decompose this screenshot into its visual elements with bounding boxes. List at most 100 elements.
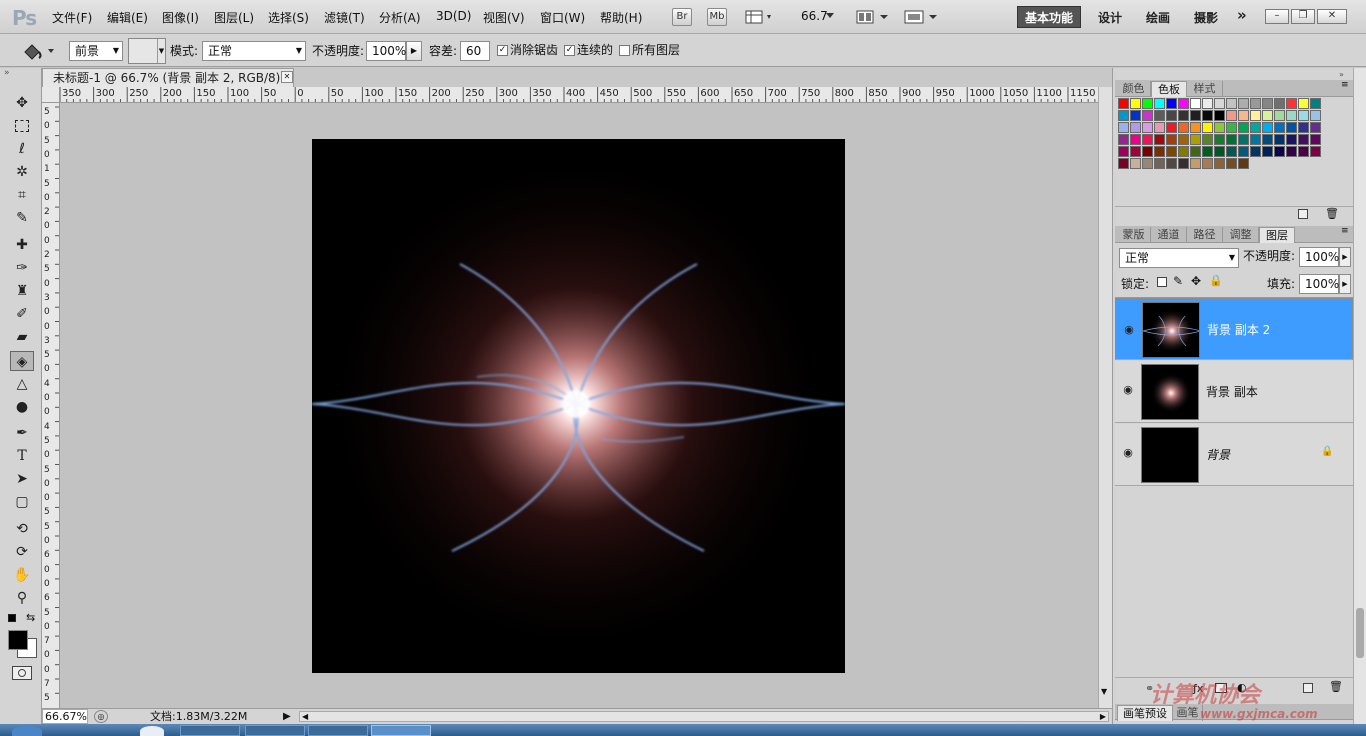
spot-healing-tool-icon[interactable]: ✚ bbox=[10, 235, 34, 255]
mini-bridge-button[interactable]: Mb bbox=[707, 8, 727, 26]
color-swatch[interactable] bbox=[1238, 158, 1249, 169]
collapse-panel-icon[interactable]: » bbox=[4, 68, 10, 78]
color-swatch[interactable] bbox=[1130, 158, 1141, 169]
color-swatch[interactable] bbox=[1178, 110, 1189, 121]
ruler-origin[interactable] bbox=[42, 87, 60, 103]
color-swatch[interactable] bbox=[1118, 134, 1129, 145]
layer-row[interactable]: ◉ 背景 🔒 bbox=[1115, 424, 1353, 486]
color-swatch[interactable] bbox=[1226, 98, 1237, 109]
type-tool-icon[interactable]: T bbox=[10, 446, 34, 466]
quick-mask-button[interactable] bbox=[12, 666, 32, 680]
dodge-tool-icon[interactable]: ● bbox=[10, 397, 34, 417]
taskbar-active-app-button[interactable] bbox=[371, 725, 431, 736]
canvas-vertical-scrollbar[interactable]: ▼ bbox=[1098, 87, 1112, 708]
color-swatch[interactable] bbox=[1142, 146, 1153, 157]
layer-row[interactable]: ◉ 背景 副本 2 bbox=[1115, 298, 1353, 360]
visibility-eye-icon[interactable]: ◉ bbox=[1120, 446, 1136, 460]
color-swatch[interactable] bbox=[1214, 158, 1225, 169]
tab-adjustments[interactable]: 调整 bbox=[1223, 227, 1259, 243]
color-swatch[interactable] bbox=[1238, 122, 1249, 133]
color-swatch[interactable] bbox=[1226, 122, 1237, 133]
color-swatch[interactable] bbox=[1178, 146, 1189, 157]
color-swatch[interactable] bbox=[1190, 98, 1201, 109]
tab-paths[interactable]: 路径 bbox=[1187, 227, 1223, 243]
color-swatch[interactable] bbox=[1274, 134, 1285, 145]
color-swatch[interactable] bbox=[1166, 122, 1177, 133]
color-swatch[interactable] bbox=[1298, 146, 1309, 157]
tolerance-input[interactable]: 60 bbox=[460, 41, 490, 61]
pen-tool-icon[interactable]: ✒ bbox=[10, 423, 34, 443]
menu-help[interactable]: 帮助(H) bbox=[600, 9, 642, 26]
color-swatch[interactable] bbox=[1274, 98, 1285, 109]
color-swatch[interactable] bbox=[1202, 98, 1213, 109]
zoom-field[interactable]: 66.67% bbox=[42, 709, 88, 724]
blur-tool-icon[interactable]: △ bbox=[10, 374, 34, 394]
color-swatch[interactable] bbox=[1202, 110, 1213, 121]
opacity-slider-toggle-icon[interactable]: ▶ bbox=[406, 41, 422, 61]
menu-file[interactable]: 文件(F) bbox=[52, 9, 92, 26]
color-swatch[interactable] bbox=[1250, 122, 1261, 133]
lock-pixels-icon[interactable]: ✎ bbox=[1173, 274, 1183, 288]
arrange-documents-button[interactable] bbox=[856, 9, 890, 25]
color-swatch[interactable] bbox=[1118, 122, 1129, 133]
color-swatch[interactable] bbox=[1166, 146, 1177, 157]
color-swatch[interactable] bbox=[1130, 134, 1141, 145]
tab-swatches[interactable]: 色板 bbox=[1151, 81, 1187, 97]
paint-bucket-tool-icon[interactable]: ◈ bbox=[10, 351, 34, 371]
taskbar-app-button[interactable] bbox=[308, 725, 368, 736]
3d-orbit-tool-icon[interactable]: ⟳ bbox=[10, 542, 34, 562]
zoom-level-dropdown[interactable]: 66.7 bbox=[801, 9, 828, 23]
lock-position-icon[interactable]: ✥ bbox=[1191, 274, 1201, 288]
menu-layer[interactable]: 图层(L) bbox=[214, 9, 254, 26]
layer-name[interactable]: 背景 bbox=[1206, 446, 1230, 463]
color-swatch[interactable] bbox=[1214, 122, 1225, 133]
color-swatch[interactable] bbox=[1298, 98, 1309, 109]
color-swatch[interactable] bbox=[1298, 110, 1309, 121]
brush-tool-icon[interactable]: ✑ bbox=[10, 258, 34, 278]
color-swatch[interactable] bbox=[1154, 134, 1165, 145]
color-swatch[interactable] bbox=[1202, 122, 1213, 133]
swap-colors-icon[interactable]: ⇆ bbox=[26, 611, 35, 624]
menu-image[interactable]: 图像(I) bbox=[162, 9, 199, 26]
crop-tool-icon[interactable]: ⌗ bbox=[10, 185, 34, 205]
3d-rotate-tool-icon[interactable]: ⟲ bbox=[10, 519, 34, 539]
all-layers-checkbox[interactable] bbox=[619, 45, 630, 56]
color-swatch[interactable] bbox=[1190, 134, 1201, 145]
color-swatch[interactable] bbox=[1190, 122, 1201, 133]
color-swatch[interactable] bbox=[1226, 158, 1237, 169]
tab-color[interactable]: 颜色 bbox=[1117, 81, 1151, 97]
color-swatch[interactable] bbox=[1310, 98, 1321, 109]
delete-layer-icon[interactable]: 🗑 bbox=[1329, 680, 1343, 693]
color-swatch[interactable] bbox=[1238, 134, 1249, 145]
color-swatch[interactable] bbox=[1250, 134, 1261, 145]
color-swatch[interactable] bbox=[1226, 110, 1237, 121]
color-swatch[interactable] bbox=[1154, 122, 1165, 133]
more-workspaces-button[interactable]: » bbox=[1237, 6, 1247, 24]
color-swatch[interactable] bbox=[1250, 110, 1261, 121]
color-swatch[interactable] bbox=[1178, 122, 1189, 133]
taskbar-app-icon[interactable] bbox=[140, 726, 164, 736]
menu-view[interactable]: 视图(V) bbox=[483, 9, 525, 26]
color-swatch[interactable] bbox=[1130, 122, 1141, 133]
color-swatch[interactable] bbox=[1238, 110, 1249, 121]
color-swatch[interactable] bbox=[1166, 158, 1177, 169]
color-swatch[interactable] bbox=[1142, 134, 1153, 145]
close-window-button[interactable]: ✕ bbox=[1317, 9, 1347, 24]
document-tab[interactable]: 未标题-1 @ 66.7% (背景 副本 2, RGB/8) * ✕ bbox=[42, 68, 294, 87]
color-swatch[interactable] bbox=[1226, 134, 1237, 145]
color-swatch[interactable] bbox=[1130, 146, 1141, 157]
color-swatch[interactable] bbox=[1118, 146, 1129, 157]
color-swatch[interactable] bbox=[1178, 158, 1189, 169]
color-swatch[interactable] bbox=[1214, 146, 1225, 157]
lasso-tool-icon[interactable]: ℓ bbox=[10, 139, 34, 159]
contiguous-checkbox[interactable]: ✓ bbox=[564, 45, 575, 56]
marquee-tool-icon[interactable] bbox=[10, 116, 34, 136]
menu-window[interactable]: 窗口(W) bbox=[540, 9, 585, 26]
lock-transparency-icon[interactable] bbox=[1157, 277, 1167, 287]
bridge-button[interactable]: Br bbox=[672, 8, 692, 26]
layer-opacity-input[interactable]: 100% bbox=[1299, 247, 1339, 267]
color-swatch[interactable] bbox=[1286, 134, 1297, 145]
color-swatch[interactable] bbox=[1214, 98, 1225, 109]
quick-selection-tool-icon[interactable]: ✲ bbox=[10, 162, 34, 182]
color-swatch[interactable] bbox=[1310, 122, 1321, 133]
